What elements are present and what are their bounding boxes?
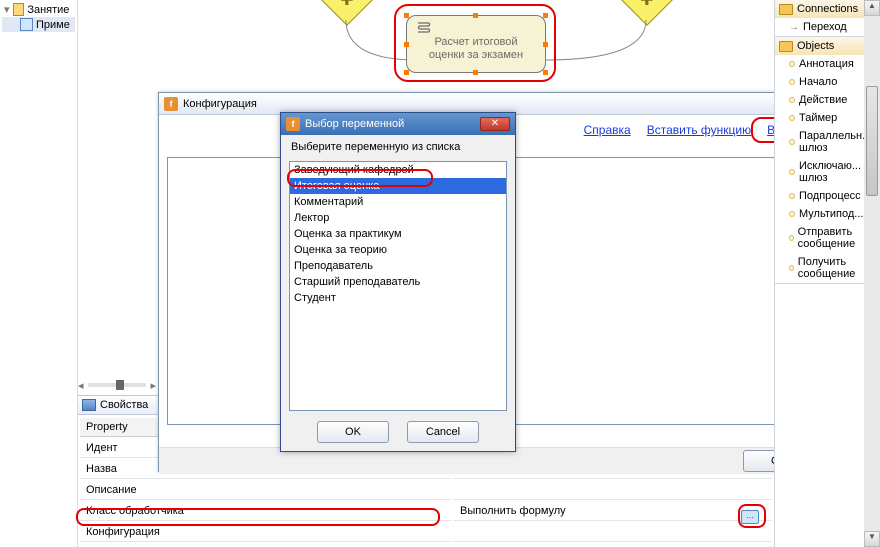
scroll-down-button[interactable]: ▼ xyxy=(864,531,880,547)
palette-panel: Connections ⟲ → Переход Objects ⟲ Аннота… xyxy=(774,0,880,547)
resize-handle[interactable] xyxy=(543,13,548,18)
gateway[interactable]: ✚ xyxy=(320,0,374,26)
insert-function-link[interactable]: Вставить функцию xyxy=(647,123,751,137)
resize-handle[interactable] xyxy=(404,13,409,18)
palette-item-label: Параллельн...шлюз xyxy=(799,130,871,154)
bullet-icon xyxy=(789,211,795,217)
palette-item-label: Аннотация xyxy=(799,58,854,70)
resize-handle[interactable] xyxy=(543,70,548,75)
palette-item-label: Переход xyxy=(803,21,847,33)
palette-group-title: Objects xyxy=(797,40,834,52)
properties-title: Свойства xyxy=(100,399,148,411)
chevron-left-icon[interactable]: ◂ xyxy=(78,379,84,392)
gateway[interactable]: ✚ xyxy=(620,0,674,26)
scrollbar[interactable]: ▲ ▼ xyxy=(864,0,880,547)
bullet-icon xyxy=(789,79,795,85)
list-item[interactable]: Старший преподаватель xyxy=(290,274,506,290)
palette-item-label: Мультипод... xyxy=(799,208,863,220)
chevron-right-icon[interactable]: ▸ xyxy=(150,379,156,392)
palette-item-label: Таймер xyxy=(799,112,837,124)
list-item[interactable]: Лектор xyxy=(290,210,506,226)
bullet-icon xyxy=(789,61,795,67)
app-icon: f xyxy=(286,117,300,131)
folder-icon xyxy=(779,41,793,52)
variable-list[interactable]: Заведующий кафедройИтоговая оценкаКоммен… xyxy=(289,161,507,411)
cancel-button[interactable]: Cancel xyxy=(407,421,479,443)
script-task-node[interactable]: Расчет итоговой оценки за экзамен xyxy=(406,15,546,73)
bullet-icon xyxy=(789,115,795,121)
process-icon xyxy=(20,18,33,31)
resize-handle[interactable] xyxy=(404,70,409,75)
list-item[interactable]: Итоговая оценка xyxy=(290,178,506,194)
bullet-icon xyxy=(789,97,795,103)
list-item[interactable]: Студент xyxy=(290,290,506,306)
tree-item-project[interactable]: ▾ Занятие 3 xyxy=(2,2,75,17)
palette-item-label: Исключаю...шлюз xyxy=(799,160,861,184)
bullet-icon xyxy=(789,235,794,241)
palette-group-title: Connections xyxy=(797,3,858,15)
table-row[interactable]: Класс обработчикаВыполнить формулу xyxy=(80,502,772,521)
palette-item-label: Действие xyxy=(799,94,847,106)
dialog-titlebar[interactable]: f Выбор переменной ✕ xyxy=(281,113,515,135)
tree-item-child[interactable]: Приме xyxy=(2,17,75,32)
bullet-icon xyxy=(789,139,795,145)
table-row[interactable]: Конфигурация xyxy=(80,523,772,542)
dialog-titlebar[interactable]: f Конфигурация ✕ xyxy=(159,93,880,115)
list-item[interactable]: Оценка за практикум xyxy=(290,226,506,242)
folder-icon xyxy=(779,4,793,15)
resize-handle[interactable] xyxy=(473,13,478,18)
dialog-title: Конфигурация xyxy=(183,98,257,110)
resize-handle[interactable] xyxy=(473,70,478,75)
list-item[interactable]: Комментарий xyxy=(290,194,506,210)
dialog-prompt: Выберите переменную из списка xyxy=(281,135,515,159)
project-tree[interactable]: ▾ Занятие 3 Приме xyxy=(0,0,78,547)
task-text-line1: Расчет итоговой xyxy=(434,36,517,48)
bullet-icon xyxy=(789,169,795,175)
scroll-up-button[interactable]: ▲ xyxy=(864,0,880,16)
table-row[interactable]: Описание xyxy=(80,481,772,500)
script-icon xyxy=(415,22,433,36)
tree-label: Занятие 3 xyxy=(27,4,73,16)
palette-item-label: Начало xyxy=(799,76,837,88)
palette-item-label: Получить сообщение xyxy=(798,256,874,280)
close-icon[interactable]: ✕ xyxy=(480,117,510,131)
chevron-down-icon: ▾ xyxy=(4,3,10,16)
ok-button[interactable]: OK xyxy=(317,421,389,443)
list-item[interactable]: Заведующий кафедрой xyxy=(290,162,506,178)
variable-picker-dialog: f Выбор переменной ✕ Выберите переменную… xyxy=(280,112,516,452)
scroll-thumb[interactable] xyxy=(866,86,878,196)
palette-item-label: Отправить сообщение xyxy=(798,226,874,250)
configuration-dialog: f Конфигурация ✕ Справка Вставить функци… xyxy=(158,92,880,472)
list-item[interactable]: Преподаватель xyxy=(290,258,506,274)
app-icon: f xyxy=(164,97,178,111)
dialog-title: Выбор переменной xyxy=(305,118,404,130)
folder-icon xyxy=(13,3,25,16)
task-text-line2: оценки за экзамен xyxy=(429,49,523,61)
help-link[interactable]: Справка xyxy=(584,123,631,137)
bullet-icon xyxy=(789,193,795,199)
tree-label: Приме xyxy=(36,19,70,31)
properties-icon xyxy=(82,399,96,411)
edit-configuration-button[interactable]: ⋯ xyxy=(741,510,759,524)
bullet-icon xyxy=(789,265,794,271)
resize-handle[interactable] xyxy=(404,42,409,47)
resize-handle[interactable] xyxy=(543,42,548,47)
list-item[interactable]: Оценка за теорию xyxy=(290,242,506,258)
palette-item-label: Подпроцесс xyxy=(799,190,861,202)
arrow-icon: → xyxy=(789,22,799,33)
